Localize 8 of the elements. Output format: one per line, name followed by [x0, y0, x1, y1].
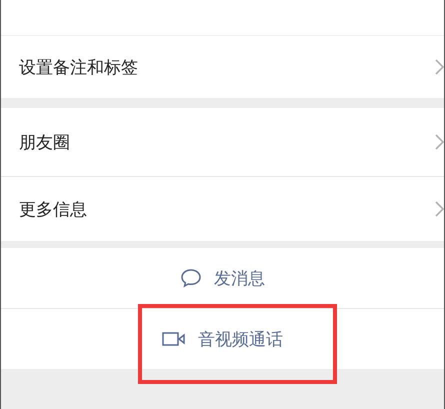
menu-label: 朋友圈 — [19, 132, 70, 154]
menu-label: 设置备注和标签 — [19, 56, 138, 78]
chat-bubble-icon — [180, 268, 202, 288]
chevron-icon — [435, 200, 444, 218]
chevron-icon — [435, 58, 444, 76]
menu-label: 更多信息 — [19, 198, 87, 220]
chevron-icon — [435, 133, 444, 151]
video-camera-icon — [162, 331, 186, 347]
